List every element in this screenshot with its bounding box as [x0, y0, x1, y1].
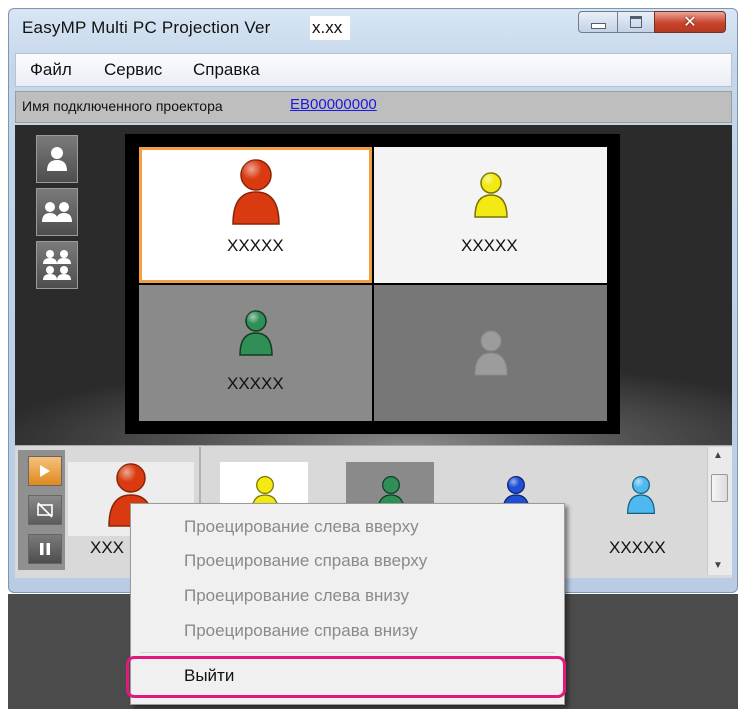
layout-two-button[interactable] [36, 188, 78, 236]
user-thumbnail-label: XXXXX [609, 538, 666, 557]
play-icon [40, 465, 50, 477]
minimize-button[interactable] [578, 11, 618, 33]
layout-single-button[interactable] [36, 135, 78, 183]
layout-four-button[interactable] [36, 241, 78, 289]
quadrant-bottom-left-label: XXXXX [227, 374, 284, 393]
menu-file[interactable]: Файл [30, 60, 72, 80]
user-green-icon [239, 310, 273, 356]
hide-icon [37, 502, 53, 518]
menu-separator [140, 652, 555, 653]
user-yellow-icon [474, 172, 508, 218]
user-list-scrollbar[interactable] [707, 447, 732, 575]
quadrant-top-right-label: XXXXX [461, 236, 518, 255]
single-user-icon [47, 147, 67, 171]
minimize-icon [590, 23, 606, 29]
pause-icon [40, 543, 50, 555]
close-button[interactable]: ✕ [654, 11, 726, 33]
projector-name-link[interactable]: EB00000000 [290, 96, 377, 113]
close-icon: ✕ [683, 14, 697, 31]
menu-item-project-top-left[interactable]: Проецирование слева вверху [184, 517, 419, 537]
pause-button[interactable] [28, 534, 62, 564]
connected-projector-label: Имя подключенного проектора [22, 98, 223, 114]
scrollbar-thumb[interactable] [711, 474, 728, 502]
hide-button[interactable] [28, 495, 62, 525]
user-thumbnail-label: XXX [90, 538, 125, 557]
menu-item-project-top-right[interactable]: Проецирование справа вверху [184, 551, 427, 571]
maximize-icon [630, 16, 642, 28]
menu-help[interactable]: Справка [193, 60, 260, 80]
user-light-blue-icon[interactable] [626, 475, 656, 515]
window-title-version: x.xx [310, 16, 350, 40]
maximize-button[interactable] [617, 11, 655, 33]
two-users-icon [42, 202, 72, 222]
menu-item-exit[interactable]: Выйти [184, 666, 234, 686]
quadrant-top-left-label: XXXXX [227, 236, 284, 255]
user-empty-icon [474, 330, 508, 376]
menu-item-project-bottom-right[interactable]: Проецирование справа внизу [184, 621, 418, 641]
user-red-icon [232, 159, 280, 225]
scroll-down-icon[interactable]: ▼ [713, 560, 723, 571]
menu-service[interactable]: Сервис [104, 60, 162, 80]
window-title: EasyMP Multi PC Projection Ver [22, 18, 271, 37]
play-button[interactable] [28, 456, 62, 486]
scroll-up-icon[interactable]: ▲ [713, 450, 723, 461]
four-users-icon [43, 250, 71, 280]
menu-item-project-bottom-left[interactable]: Проецирование слева внизу [184, 586, 409, 606]
